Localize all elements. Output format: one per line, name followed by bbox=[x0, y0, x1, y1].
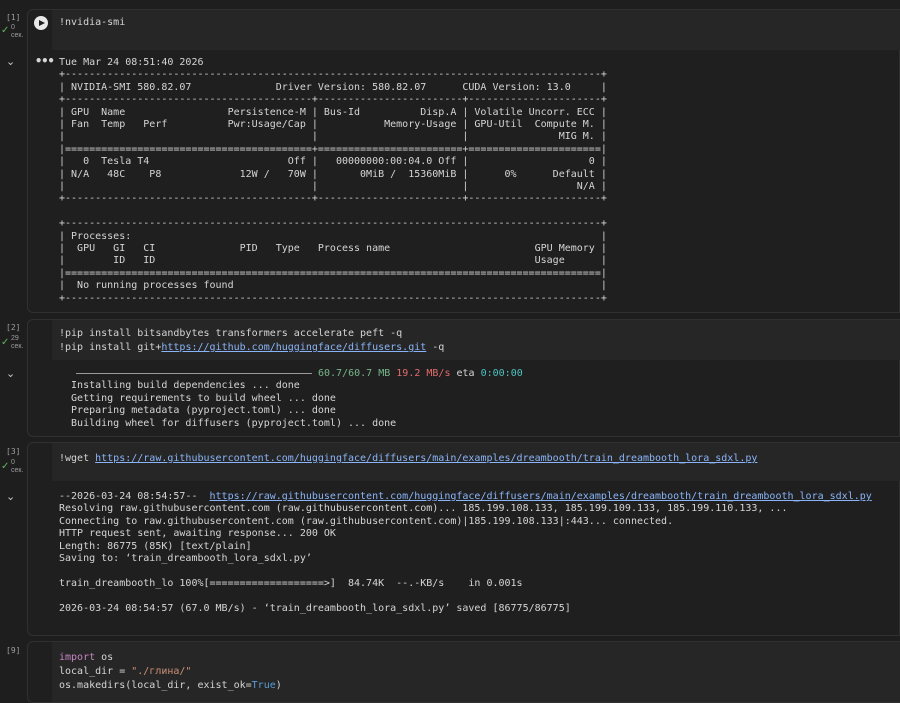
output-line: train_dreambooth_lo 100%[===============… bbox=[59, 577, 523, 589]
progress-line: 60.7/60.7 MB 19.2 MB/s eta 0:00:00 bbox=[76, 368, 523, 380]
code-line[interactable]: !nvidia-smi bbox=[59, 16, 125, 29]
output-line: | NVIDIA-SMI 580.82.07 Driver Version: 5… bbox=[59, 81, 607, 93]
code-keyword: import bbox=[59, 652, 96, 663]
exec-count: [1] bbox=[6, 13, 21, 22]
code-text: !wget bbox=[59, 453, 96, 464]
chevron-down-icon[interactable]: ⌄ bbox=[6, 490, 15, 503]
output-line: Preparing metadata (pyproject.toml) ... … bbox=[59, 405, 336, 417]
output-line: | N/A 48C P8 12W / 70W | 0MiB / 15360MiB… bbox=[59, 168, 607, 180]
duration-unit: сек. bbox=[11, 467, 24, 474]
code-line[interactable]: !pip install git+https://github.com/hugg… bbox=[59, 341, 444, 354]
output-line: | | | MIG M. | bbox=[59, 131, 607, 143]
output-link[interactable]: https://raw.githubusercontent.com/huggin… bbox=[210, 491, 872, 502]
output-line: +---------------------------------------… bbox=[59, 69, 607, 81]
code-boolean: True bbox=[251, 680, 276, 691]
code-line[interactable]: !pip install bitsandbytes transformers a… bbox=[59, 327, 402, 340]
progress-eta: 0:00:00 bbox=[480, 368, 523, 379]
duration: 0 сек. bbox=[11, 459, 23, 475]
exec-count: [3] bbox=[6, 447, 21, 456]
output-line: +---------------------------------------… bbox=[59, 94, 607, 106]
duration-value: 0 bbox=[11, 459, 15, 466]
output-line: |=======================================… bbox=[59, 267, 607, 279]
more-dots-icon[interactable]: ••• bbox=[35, 54, 55, 68]
code-editor[interactable] bbox=[52, 320, 900, 360]
output-line: Building wheel for diffusers (pyproject.… bbox=[59, 417, 397, 429]
output-line: Saving to: ‘train_dreambooth_lora_sdxl.p… bbox=[59, 553, 312, 564]
duration-value: 0 bbox=[11, 24, 15, 31]
output-line: | GPU Name Persistence-M | Bus-Id Disp.A… bbox=[59, 106, 607, 118]
duration-value: 29 bbox=[11, 335, 19, 342]
duration-unit: сек. bbox=[11, 343, 24, 350]
output-line: 2026-03-24 08:54:57 (67.0 MB/s) - ‘train… bbox=[59, 602, 571, 614]
exec-count: [9] bbox=[6, 646, 21, 655]
progress-speed: 19.2 MB/s bbox=[396, 368, 451, 379]
code-text: -q bbox=[426, 342, 445, 353]
code-editor[interactable] bbox=[52, 10, 900, 50]
code-line[interactable]: import os bbox=[59, 651, 113, 664]
check-icon: ✓ bbox=[1, 337, 10, 348]
output-line: | No running processes found | bbox=[59, 280, 607, 292]
exec-count: [2] bbox=[6, 323, 21, 332]
check-icon: ✓ bbox=[1, 461, 10, 472]
code-text: os.makedirs(local_dir, exist_ok= bbox=[59, 680, 252, 691]
code-text: local_dir = bbox=[59, 666, 132, 677]
output-line: Installing build dependencies ... done bbox=[59, 380, 300, 392]
code-text: ) bbox=[275, 680, 282, 691]
code-line[interactable]: os.makedirs(local_dir, exist_ok=True) bbox=[59, 679, 282, 692]
progress-size: 60.7/60.7 MB bbox=[318, 368, 391, 379]
code-link[interactable]: https://raw.githubusercontent.com/huggin… bbox=[95, 453, 757, 464]
output-line: | 0 Tesla T4 Off | 00000000:00:04.0 Off … bbox=[59, 156, 607, 168]
output-line: Resolving raw.githubusercontent.com (raw… bbox=[59, 503, 788, 515]
check-icon: ✓ bbox=[1, 25, 10, 36]
duration-unit: сек. bbox=[11, 32, 24, 39]
output-line: HTTP request sent, awaiting response... … bbox=[59, 528, 336, 540]
output-line: +---------------------------------------… bbox=[59, 292, 607, 304]
chevron-down-icon[interactable]: ⌄ bbox=[6, 367, 15, 380]
output-line: |=======================================… bbox=[59, 143, 607, 155]
play-icon[interactable] bbox=[34, 16, 48, 30]
output-line: Length: 86775 (85K) [text/plain] bbox=[59, 540, 252, 552]
duration: 0 сек. bbox=[11, 24, 23, 40]
progress-bar bbox=[76, 372, 312, 374]
chevron-down-icon[interactable]: ⌄ bbox=[6, 55, 15, 68]
output-line: | Fan Temp Perf Pwr:Usage/Cap | Memory-U… bbox=[59, 119, 607, 130]
output-line: Connecting to raw.githubusercontent.com … bbox=[59, 515, 674, 527]
output-line: Getting requirements to build wheel ... … bbox=[59, 392, 336, 404]
output-line: Tue Mar 24 08:51:40 2026 bbox=[59, 57, 204, 68]
output-line: | ID ID Usage | bbox=[59, 255, 607, 267]
output-line: | | | N/A | bbox=[59, 181, 607, 192]
code-link[interactable]: https://github.com/huggingface/diffusers… bbox=[161, 342, 426, 353]
output-line: | GPU GI CI PID Type Process name GPU Me… bbox=[59, 243, 607, 254]
output-line: +---------------------------------------… bbox=[59, 218, 607, 230]
progress-eta-label: eta bbox=[456, 368, 475, 379]
output-line: +---------------------------------------… bbox=[59, 193, 607, 205]
output-text: --2026-03-24 08:54:57-- bbox=[59, 491, 210, 502]
output-line: | Processes: | bbox=[59, 230, 607, 242]
output-line: --2026-03-24 08:54:57-- https://raw.gith… bbox=[59, 491, 872, 503]
code-text: !pip install git+ bbox=[59, 342, 162, 353]
code-line[interactable]: local_dir = "./глина/" bbox=[59, 665, 191, 678]
code-text: os bbox=[95, 652, 114, 663]
duration: 29 сек. bbox=[11, 335, 23, 351]
code-line[interactable]: !wget https://raw.githubusercontent.com/… bbox=[59, 452, 757, 465]
code-string: "./глина/" bbox=[131, 666, 192, 677]
